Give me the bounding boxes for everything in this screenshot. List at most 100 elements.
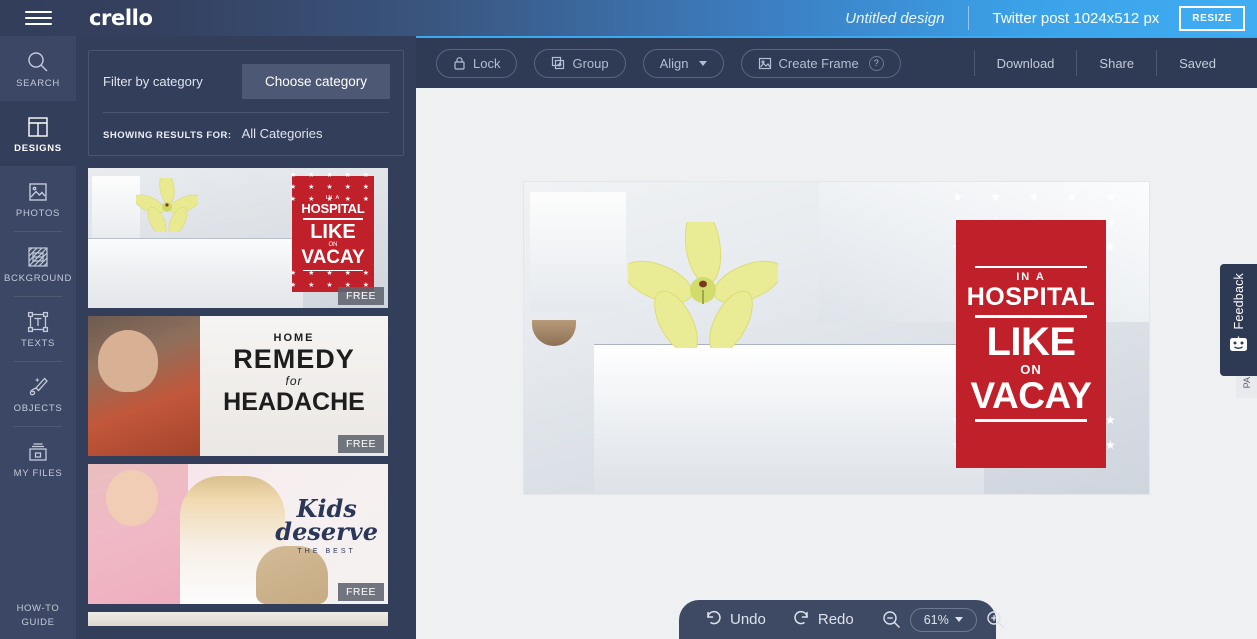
thumb-line-2: REMEDY: [233, 344, 355, 374]
template-list: IN A HOSPITAL LIKE ON VACAY ★ ★ ★ ★ ★ ★ ★…: [76, 168, 416, 626]
canvas-line-1: IN A: [1016, 270, 1046, 283]
thumb-line-1: HOME: [273, 332, 315, 344]
thumb-rule-1: [303, 218, 363, 220]
undo-button[interactable]: Undo: [695, 608, 775, 631]
thumb-line-3: THE BEST: [297, 548, 356, 555]
canvas-lily-flower: [623, 207, 783, 354]
thumb-person-photo: [88, 316, 200, 456]
thumb-line-5: VACAY: [301, 246, 365, 268]
canvas-line-3: LIKE: [986, 319, 1076, 364]
resize-button[interactable]: RESIZE: [1179, 5, 1245, 31]
left-sidebar: SEARCH DESIGNS PHOTOS BCKGROUND TEXTS OB…: [0, 36, 76, 639]
toolbar-left-group: Lock Group Align Create Frame ?: [416, 48, 901, 78]
filter-row: Filter by category Choose category: [89, 51, 403, 112]
canvas-workspace[interactable]: ★★★★★ ★★★★★ ★★★★★ ★★★★★ ★★★★★ IN A HOSPI…: [416, 88, 1257, 639]
feedback-tab[interactable]: Feedback: [1220, 264, 1257, 376]
bottom-toolbar: Undo Redo 61%: [679, 600, 1004, 639]
sidebar-item-my-files[interactable]: MY FILES: [0, 426, 76, 491]
thumb-line-2: HOSPITAL: [301, 201, 365, 216]
thumb-rule-2: [303, 269, 363, 271]
thumb-poster: IN A HOSPITAL LIKE ON VACAY: [292, 176, 374, 292]
showing-results-value: All Categories: [241, 126, 323, 141]
how-to-guide-button[interactable]: HOW-TO GUIDE: [0, 592, 76, 639]
feedback-label: Feedback: [1231, 273, 1246, 330]
choose-category-button[interactable]: Choose category: [242, 64, 390, 99]
lock-icon: [453, 56, 466, 70]
showing-results-label: SHOWING RESULTS FOR:: [103, 130, 232, 141]
canvas-rule-bottom: [975, 418, 1087, 422]
texts-icon: [25, 309, 51, 335]
header-right-group: Untitled design Twitter post 1024x512 px…: [845, 0, 1257, 36]
lock-label: Lock: [473, 55, 501, 71]
group-label: Group: [572, 55, 609, 71]
zoom-in-icon[interactable]: [985, 609, 1006, 630]
sidebar-item-designs[interactable]: DESIGNS: [0, 101, 76, 166]
photos-icon: [25, 179, 51, 205]
chevron-down-icon: [698, 60, 707, 66]
secondary-side-tab-label: PA: [1241, 377, 1252, 389]
canvas-poster-element[interactable]: IN A HOSPITAL LIKE ON VACAY: [956, 220, 1106, 468]
how-to-guide-line2: GUIDE: [21, 616, 55, 628]
sidebar-item-background[interactable]: BCKGROUND: [0, 231, 76, 296]
template-thumbnail-partial[interactable]: [88, 612, 388, 626]
help-icon[interactable]: ?: [868, 55, 884, 71]
canvas-rule-top: [975, 265, 1087, 268]
canvas-towel-stack: [594, 344, 984, 494]
canvas-nightstand: [530, 192, 626, 312]
undo-icon: [704, 608, 723, 631]
search-icon: [25, 49, 51, 75]
free-badge: FREE: [337, 583, 384, 601]
document-title[interactable]: Untitled design: [845, 10, 967, 27]
zoom-controls: 61%: [881, 607, 1006, 632]
saved-status[interactable]: Saved: [1157, 56, 1238, 71]
sidebar-item-photos[interactable]: PHOTOS: [0, 166, 76, 231]
zoom-level-dropdown[interactable]: 61%: [909, 607, 977, 632]
zoom-out-icon[interactable]: [881, 609, 902, 630]
share-button[interactable]: Share: [1077, 56, 1156, 71]
sidebar-label-designs: DESIGNS: [14, 142, 62, 154]
showing-results-row: SHOWING RESULTS FOR: All Categories: [89, 113, 403, 155]
sidebar-label-background: BCKGROUND: [3, 272, 73, 284]
thumb-lily-flower: [133, 171, 201, 236]
objects-icon: [25, 374, 51, 400]
align-button[interactable]: Align: [642, 48, 724, 78]
undo-label: Undo: [730, 611, 766, 628]
design-canvas[interactable]: ★★★★★ ★★★★★ ★★★★★ ★★★★★ ★★★★★ IN A HOSPI…: [524, 182, 1149, 494]
thumb-line-2: deserve: [275, 517, 378, 546]
filter-by-category-label: Filter by category: [103, 74, 203, 89]
canvas-size-label: Twitter post 1024x512 px: [992, 9, 1160, 27]
group-button[interactable]: Group: [534, 48, 626, 78]
create-frame-button[interactable]: Create Frame ?: [740, 48, 901, 78]
brand-logo[interactable]: crello: [89, 6, 153, 30]
zoom-level-value: 61%: [923, 612, 949, 627]
thumb-nightstand: [92, 176, 140, 246]
how-to-guide-line1: HOW-TO: [16, 602, 60, 614]
sidebar-label-objects: OBJECTS: [13, 402, 63, 414]
thumb-towels: [88, 238, 303, 308]
designs-icon: [25, 114, 51, 140]
sidebar-label-search: SEARCH: [16, 77, 60, 89]
sidebar-item-search[interactable]: SEARCH: [0, 36, 76, 101]
template-thumbnail-kids-deserve[interactable]: Kids deserve THE BEST FREE: [88, 464, 388, 604]
designs-panel: Filter by category Choose category SHOWI…: [76, 36, 416, 639]
chevron-down-icon: [954, 617, 963, 622]
sidebar-item-texts[interactable]: TEXTS: [0, 296, 76, 361]
background-icon: [25, 244, 51, 270]
template-thumbnail-hospital-vacay[interactable]: IN A HOSPITAL LIKE ON VACAY ★ ★ ★ ★ ★ ★ ★…: [88, 168, 388, 308]
thumb-line-3: LIKE: [310, 220, 356, 243]
lock-button[interactable]: Lock: [436, 48, 518, 78]
history-controls: Undo Redo: [679, 608, 863, 631]
thumb-photo-background: [88, 612, 388, 626]
hamburger-icon[interactable]: [0, 0, 76, 36]
thumb-text-block: Kids deserve THE BEST: [275, 497, 378, 556]
filter-box: Filter by category Choose category SHOWI…: [88, 50, 404, 156]
sidebar-label-texts: TEXTS: [20, 337, 56, 349]
redo-button[interactable]: Redo: [783, 608, 863, 631]
download-button[interactable]: Download: [975, 56, 1077, 71]
toolbar-right-group: Download Share Saved: [973, 50, 1257, 76]
sidebar-item-objects[interactable]: OBJECTS: [0, 361, 76, 426]
crello-editor-app: crello Untitled design Twitter post 1024…: [0, 0, 1257, 639]
sidebar-label-my-files: MY FILES: [13, 467, 63, 479]
template-thumbnail-home-remedy[interactable]: HOME REMEDY for HEADACHE FREE: [88, 316, 388, 456]
editor-toolbar: Lock Group Align Create Frame ? Download…: [416, 36, 1257, 88]
